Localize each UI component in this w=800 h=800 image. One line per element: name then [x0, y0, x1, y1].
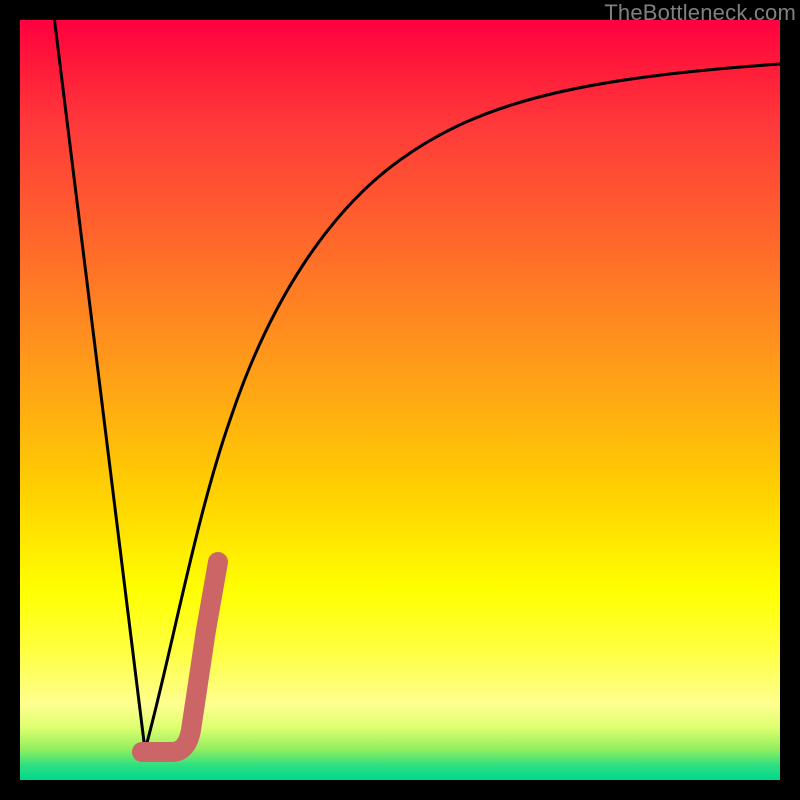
chart-frame: TheBottleneck.com — [0, 0, 800, 800]
attribution-label: TheBottleneck.com — [604, 0, 796, 26]
right-curve-line — [145, 64, 780, 750]
chart-svg — [20, 20, 780, 780]
left-slope-line — [54, 16, 145, 750]
plot-area — [20, 20, 780, 780]
